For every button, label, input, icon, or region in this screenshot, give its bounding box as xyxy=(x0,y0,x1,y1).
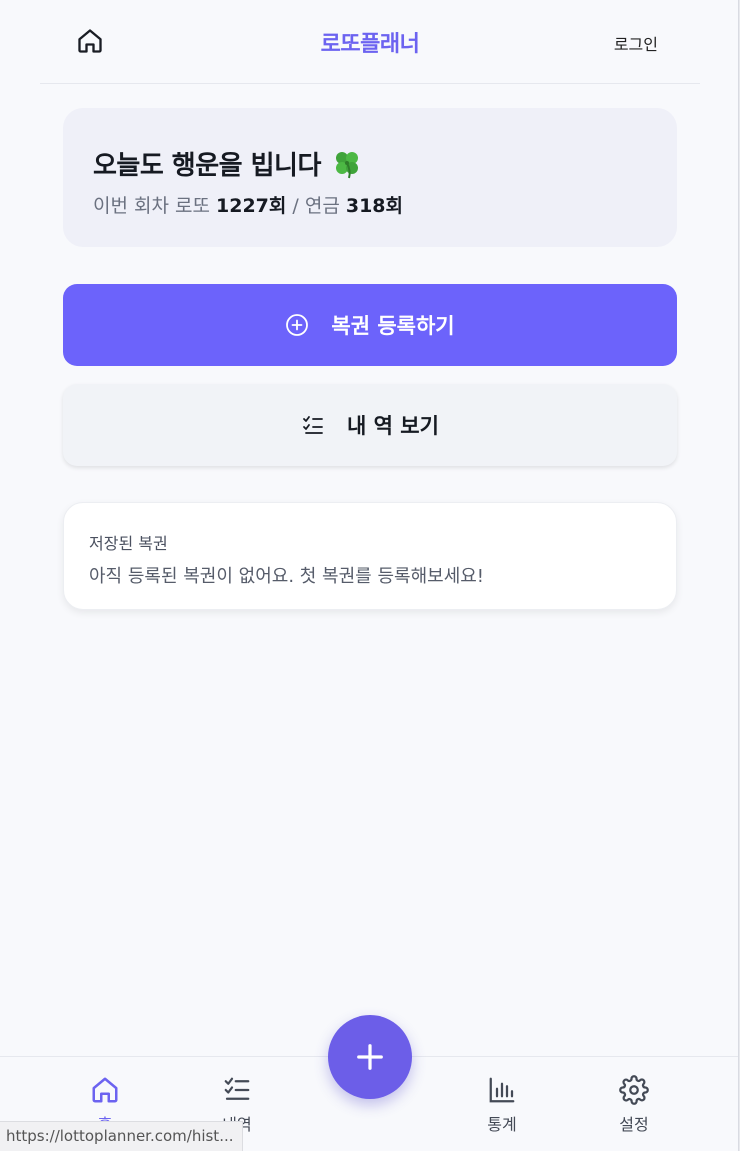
my-history-label: 내 역 보기 xyxy=(347,414,439,438)
register-ticket-button[interactable]: 복권 등록하기 xyxy=(63,284,677,366)
lotto-round-value: 1227회 xyxy=(216,195,287,217)
login-link[interactable]: 로그인 xyxy=(614,31,658,55)
nav-label-settings: 설정 xyxy=(619,1115,649,1134)
greeting-title-text: 오늘도 행운을 빕니다 xyxy=(93,151,321,181)
app-window: 로또플래너 로그인 오늘도 행운을 빕니다 이번 회차 로또 1227회 / 연… xyxy=(0,0,739,1151)
round-info-prefix: 이번 회차 로또 xyxy=(93,195,216,217)
four-leaf-clover-icon xyxy=(333,149,361,179)
round-info: 이번 회차 로또 1227회 / 연금 318회 xyxy=(93,191,403,218)
home-icon xyxy=(92,1077,118,1103)
link-status-url: https://lottoplanner.com/hist... xyxy=(0,1121,243,1151)
plus-icon xyxy=(357,1044,383,1070)
round-info-separator: / 연금 xyxy=(286,195,346,217)
nav-item-settings[interactable]: 설정 xyxy=(594,1075,674,1135)
greeting-card: 오늘도 행운을 빕니다 이번 회차 로또 1227회 / 연금 318회 xyxy=(63,108,677,247)
brand-title[interactable]: 로또플래너 xyxy=(40,26,700,58)
greeting-title: 오늘도 행운을 빕니다 xyxy=(93,145,361,182)
list-check-icon xyxy=(301,413,325,437)
saved-tickets-card: 저장된 복권 아직 등록된 복권이 없어요. 첫 복권를 등록해보세요! xyxy=(63,502,677,610)
saved-tickets-empty-message: 아직 등록된 복권이 없어요. 첫 복권를 등록해보세요! xyxy=(89,566,485,587)
gear-icon xyxy=(619,1075,649,1105)
saved-tickets-title: 저장된 복권 xyxy=(89,534,168,553)
pension-round-value: 318회 xyxy=(345,195,404,217)
nav-label-stats: 통계 xyxy=(487,1115,517,1134)
plus-circle-icon xyxy=(285,313,309,337)
add-ticket-fab[interactable] xyxy=(328,1015,412,1099)
nav-item-stats[interactable]: 통계 xyxy=(462,1075,542,1135)
list-check-icon xyxy=(224,1077,250,1100)
bar-chart-icon xyxy=(489,1077,515,1103)
register-ticket-label: 복권 등록하기 xyxy=(331,314,455,338)
top-header: 로또플래너 로그인 xyxy=(40,0,700,84)
my-history-button[interactable]: 내 역 보기 xyxy=(63,384,677,466)
